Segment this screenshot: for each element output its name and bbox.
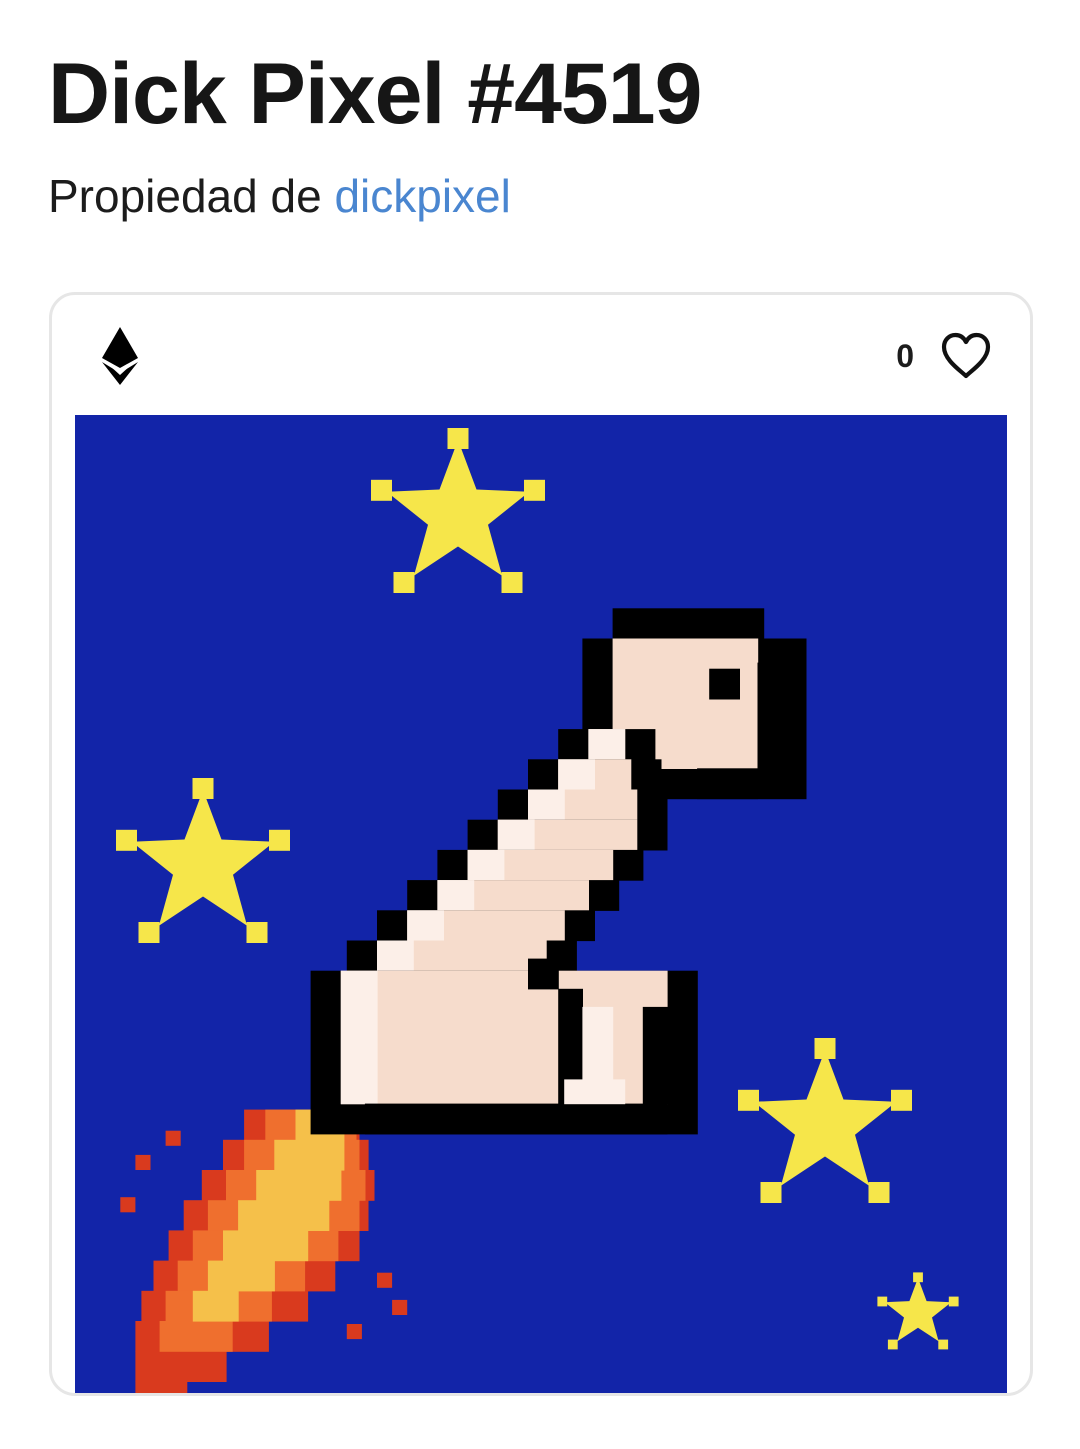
item-title: Dick Pixel #4519 bbox=[48, 46, 702, 142]
ethereum-icon bbox=[102, 327, 138, 385]
card-header: 0 bbox=[52, 295, 1030, 415]
heart-outline-icon[interactable] bbox=[940, 331, 992, 381]
owner-prefix: Propiedad de bbox=[48, 170, 335, 222]
owner-link[interactable]: dickpixel bbox=[334, 170, 510, 222]
favorites-group: 0 bbox=[896, 331, 992, 381]
nft-artwork[interactable] bbox=[75, 415, 1007, 1393]
owner-line: Propiedad de dickpixel bbox=[48, 166, 511, 226]
nft-card: 0 bbox=[49, 292, 1033, 1396]
pixel-art bbox=[75, 415, 1007, 1393]
favorites-count: 0 bbox=[896, 338, 914, 374]
